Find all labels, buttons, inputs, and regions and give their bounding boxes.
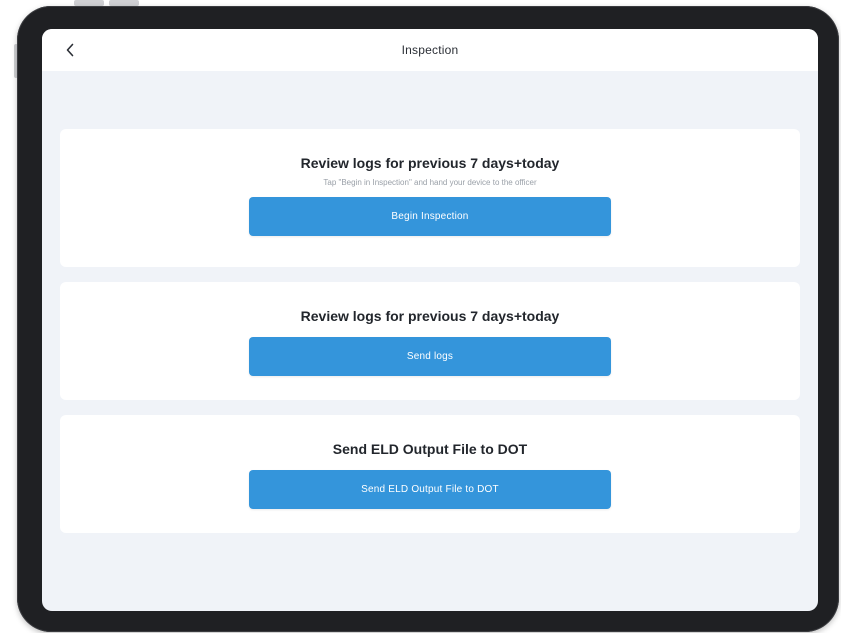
page-title: Inspection (401, 43, 459, 57)
card-title: Review logs for previous 7 days+today (300, 155, 560, 171)
card-title: Review logs for previous 7 days+today (300, 308, 560, 324)
stage: Inspection Review logs for previous 7 da… (0, 0, 841, 633)
begin-inspection-button[interactable]: Begin Inspection (249, 197, 611, 236)
send-logs-card: Review logs for previous 7 days+today Se… (60, 282, 800, 400)
eld-output-card: Send ELD Output File to DOT Send ELD Out… (60, 415, 800, 533)
chevron-left-icon (66, 43, 74, 57)
send-eld-output-button[interactable]: Send ELD Output File to DOT (249, 470, 611, 509)
inspection-card: Review logs for previous 7 days+today Ta… (60, 129, 800, 267)
card-instructions: Tap "Begin in Inspection" and hand your … (323, 178, 537, 187)
inspection-options: Review logs for previous 7 days+today Ta… (60, 129, 800, 548)
top-navigation-bar: Inspection (42, 29, 818, 71)
card-title: Send ELD Output File to DOT (332, 441, 528, 457)
app-screen: Inspection Review logs for previous 7 da… (42, 29, 818, 611)
send-logs-button[interactable]: Send logs (249, 337, 611, 376)
back-button[interactable] (58, 38, 82, 62)
